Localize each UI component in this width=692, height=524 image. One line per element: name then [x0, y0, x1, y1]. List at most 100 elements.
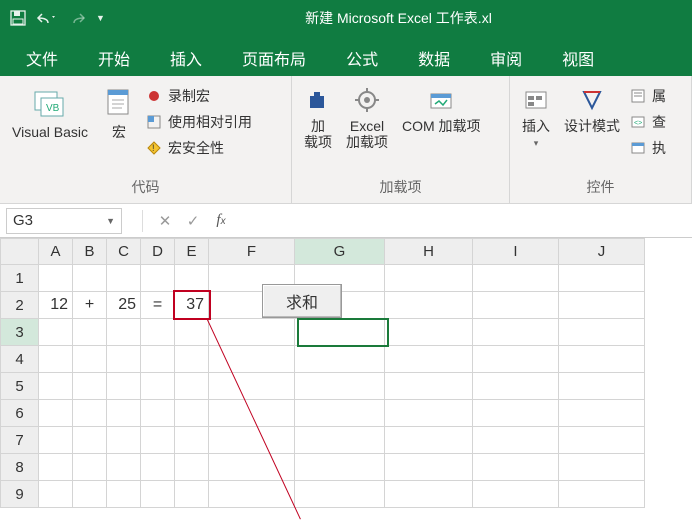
- row-header-1[interactable]: 1: [1, 265, 39, 292]
- row-header-7[interactable]: 7: [1, 427, 39, 454]
- cell-B6[interactable]: [73, 400, 107, 427]
- tab-review[interactable]: 审阅: [470, 36, 542, 76]
- cell-F3[interactable]: [209, 319, 295, 346]
- cell-B3[interactable]: [73, 319, 107, 346]
- cell-A6[interactable]: [39, 400, 73, 427]
- cell-A4[interactable]: [39, 346, 73, 373]
- cell-E8[interactable]: [175, 454, 209, 481]
- cell-A9[interactable]: [39, 481, 73, 508]
- col-header-E[interactable]: E: [175, 239, 209, 265]
- col-header-J[interactable]: J: [559, 239, 645, 265]
- cell-J7[interactable]: [559, 427, 645, 454]
- cell-A2[interactable]: 12: [39, 292, 73, 319]
- cell-I7[interactable]: [473, 427, 559, 454]
- cell-I2[interactable]: [473, 292, 559, 319]
- tab-formulas[interactable]: 公式: [326, 36, 398, 76]
- name-box[interactable]: G3 ▼: [6, 208, 122, 234]
- cell-G6[interactable]: [295, 400, 385, 427]
- cell-H3[interactable]: [385, 319, 473, 346]
- design-mode-button[interactable]: 设计模式: [560, 82, 624, 134]
- cell-F6[interactable]: [209, 400, 295, 427]
- cell-F4[interactable]: [209, 346, 295, 373]
- tab-view[interactable]: 视图: [542, 36, 614, 76]
- formula-input[interactable]: [235, 208, 692, 234]
- properties-button[interactable]: 属: [630, 86, 666, 106]
- cell-G4[interactable]: [295, 346, 385, 373]
- col-header-H[interactable]: H: [385, 239, 473, 265]
- select-all-corner[interactable]: [1, 239, 39, 265]
- row-header-4[interactable]: 4: [1, 346, 39, 373]
- cell-D7[interactable]: [141, 427, 175, 454]
- cell-H6[interactable]: [385, 400, 473, 427]
- cell-J6[interactable]: [559, 400, 645, 427]
- cell-J2[interactable]: [559, 292, 645, 319]
- cell-A1[interactable]: [39, 265, 73, 292]
- insert-control-button[interactable]: 插入 ▾: [518, 82, 554, 149]
- com-addins-button[interactable]: COM 加载项: [398, 82, 485, 134]
- cell-B5[interactable]: [73, 373, 107, 400]
- cell-I1[interactable]: [473, 265, 559, 292]
- cell-F5[interactable]: [209, 373, 295, 400]
- cell-A5[interactable]: [39, 373, 73, 400]
- cell-B9[interactable]: [73, 481, 107, 508]
- visual-basic-button[interactable]: VB Visual Basic: [8, 82, 92, 140]
- cell-H7[interactable]: [385, 427, 473, 454]
- cell-G7[interactable]: [295, 427, 385, 454]
- cell-E5[interactable]: [175, 373, 209, 400]
- cell-J1[interactable]: [559, 265, 645, 292]
- col-header-B[interactable]: B: [73, 239, 107, 265]
- tab-data[interactable]: 数据: [398, 36, 470, 76]
- col-header-D[interactable]: D: [141, 239, 175, 265]
- tab-pagelayout[interactable]: 页面布局: [222, 36, 326, 76]
- cell-F8[interactable]: [209, 454, 295, 481]
- cell-D8[interactable]: [141, 454, 175, 481]
- view-code-button[interactable]: <> 查: [630, 112, 666, 132]
- cell-I5[interactable]: [473, 373, 559, 400]
- cell-C8[interactable]: [107, 454, 141, 481]
- cell-B4[interactable]: [73, 346, 107, 373]
- cell-H2[interactable]: [385, 292, 473, 319]
- cell-F9[interactable]: [209, 481, 295, 508]
- cell-A3[interactable]: [39, 319, 73, 346]
- cell-J9[interactable]: [559, 481, 645, 508]
- cell-D9[interactable]: [141, 481, 175, 508]
- cancel-formula-button[interactable]: ✕: [151, 212, 179, 230]
- cell-E4[interactable]: [175, 346, 209, 373]
- undo-icon[interactable]: [36, 11, 56, 25]
- cell-C2[interactable]: 25: [107, 292, 141, 319]
- cell-E2[interactable]: 37: [175, 292, 209, 319]
- cell-C3[interactable]: [107, 319, 141, 346]
- cell-H1[interactable]: [385, 265, 473, 292]
- cell-H5[interactable]: [385, 373, 473, 400]
- cell-G3[interactable]: [295, 319, 385, 346]
- cell-E3[interactable]: [175, 319, 209, 346]
- cell-E7[interactable]: [175, 427, 209, 454]
- cell-C6[interactable]: [107, 400, 141, 427]
- qat-dropdown-icon[interactable]: ▼: [96, 13, 105, 23]
- col-header-I[interactable]: I: [473, 239, 559, 265]
- cell-I3[interactable]: [473, 319, 559, 346]
- cell-B8[interactable]: [73, 454, 107, 481]
- cell-G9[interactable]: [295, 481, 385, 508]
- redo-icon[interactable]: [66, 11, 86, 25]
- cell-E1[interactable]: [175, 265, 209, 292]
- tab-home[interactable]: 开始: [78, 36, 150, 76]
- row-header-9[interactable]: 9: [1, 481, 39, 508]
- row-header-8[interactable]: 8: [1, 454, 39, 481]
- sum-button[interactable]: 求和: [262, 284, 342, 318]
- row-header-3[interactable]: 3: [1, 319, 39, 346]
- cell-D5[interactable]: [141, 373, 175, 400]
- cell-C4[interactable]: [107, 346, 141, 373]
- fx-button[interactable]: fx: [207, 212, 235, 229]
- cell-E6[interactable]: [175, 400, 209, 427]
- cell-D4[interactable]: [141, 346, 175, 373]
- col-header-F[interactable]: F: [209, 239, 295, 265]
- cell-A8[interactable]: [39, 454, 73, 481]
- macros-button[interactable]: 宏: [98, 82, 140, 140]
- cell-H8[interactable]: [385, 454, 473, 481]
- record-macro-button[interactable]: 录制宏: [146, 86, 252, 106]
- row-header-6[interactable]: 6: [1, 400, 39, 427]
- run-dialog-button[interactable]: 执: [630, 138, 666, 158]
- cell-I9[interactable]: [473, 481, 559, 508]
- cell-G8[interactable]: [295, 454, 385, 481]
